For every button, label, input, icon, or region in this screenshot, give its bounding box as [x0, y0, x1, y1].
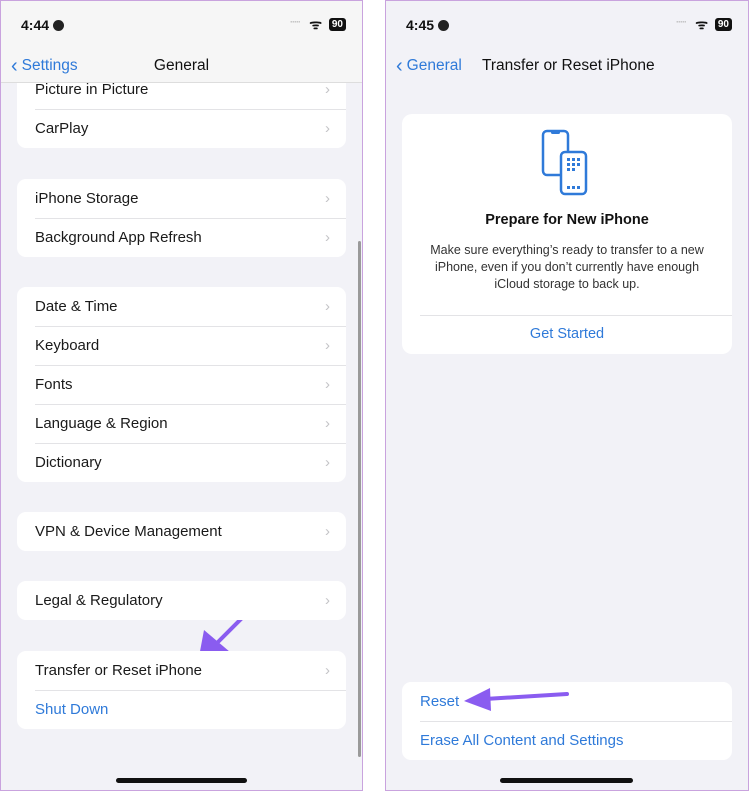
settings-row[interactable]: VPN & Device Management › [17, 512, 346, 551]
chevron-right-icon: › [325, 190, 330, 207]
row-label: Dictionary [35, 454, 102, 471]
location-icon [53, 20, 65, 31]
clock: 4:44 [21, 17, 65, 33]
settings-row[interactable]: Keyboard › [17, 326, 346, 365]
row-label: VPN & Device Management [35, 523, 222, 540]
signal-icon: ····· [676, 17, 687, 27]
row-label: Language & Region [35, 415, 168, 432]
row-label: Background App Refresh [35, 229, 202, 246]
status-bar: 4:45 ····· ᯤ 90 [386, 15, 748, 35]
battery-icon: 90 [328, 18, 346, 31]
location-icon [438, 20, 450, 31]
battery-icon: 90 [714, 18, 732, 31]
nav-bar: ‹ General Transfer or Reset iPhone [386, 53, 748, 83]
row-label: CarPlay [35, 120, 89, 137]
wifi-icon: ᯤ [695, 16, 708, 32]
back-button[interactable]: ‹ General [396, 55, 462, 78]
chevron-left-icon: ‹ [396, 55, 403, 77]
chevron-right-icon: › [325, 523, 330, 540]
reset-group: Reset Erase All Content and Settings [402, 682, 732, 760]
time-text: 4:45 [406, 17, 435, 33]
chevron-right-icon: › [325, 376, 330, 393]
wifi-icon: ᯤ [309, 16, 322, 32]
settings-group: Legal & Regulatory › [17, 581, 346, 620]
settings-row[interactable]: Background App Refresh › [17, 218, 346, 257]
status-bar: 4:44 ····· ᯤ 90 [1, 15, 362, 35]
signal-icon: ····· [290, 17, 301, 27]
row-label: Picture in Picture [35, 81, 149, 98]
settings-row[interactable]: iPhone Storage › [17, 179, 346, 218]
page-title: Transfer or Reset iPhone [482, 57, 655, 74]
settings-group: Transfer or Reset iPhone › Shut Down [17, 651, 346, 729]
card-description: Make sure everything’s ready to transfer… [430, 243, 704, 291]
back-label: General [406, 57, 462, 74]
chevron-right-icon: › [325, 229, 330, 246]
settings-group: iPhone Storage › Background App Refresh › [17, 179, 346, 257]
settings-row[interactable]: Date & Time › [17, 287, 346, 326]
reset-button[interactable]: Reset [402, 682, 732, 721]
scrollbar[interactable] [358, 241, 361, 757]
nav-bar: ‹ Settings General [1, 1, 362, 83]
settings-group: VPN & Device Management › [17, 512, 346, 551]
divider [420, 315, 732, 316]
row-label: Fonts [35, 376, 73, 393]
chevron-right-icon: › [325, 662, 330, 679]
chevron-right-icon: › [325, 415, 330, 432]
erase-all-button[interactable]: Erase All Content and Settings [402, 721, 732, 760]
get-started-button[interactable]: Get Started [402, 326, 732, 342]
settings-row[interactable]: Transfer or Reset iPhone › [17, 651, 346, 690]
chevron-right-icon: › [325, 298, 330, 315]
settings-group: Date & Time › Keyboard › Fonts › Language & Re… [17, 287, 346, 482]
row-label: iPhone Storage [35, 190, 139, 207]
settings-row[interactable]: Legal & Regulatory › [17, 581, 346, 620]
two-phones-icon [541, 129, 588, 196]
home-indicator [500, 778, 633, 783]
left-screen-general: ‹ Settings General 4:44 ····· ᯤ 90 Pictur… [0, 0, 363, 791]
settings-row[interactable]: Dictionary › [17, 443, 346, 482]
home-indicator [116, 778, 247, 783]
page-title: General [153, 57, 210, 74]
card-title: Prepare for New iPhone [485, 212, 649, 228]
row-label: Transfer or Reset iPhone [35, 662, 203, 679]
settings-row[interactable]: Fonts › [17, 365, 346, 404]
time-text: 4:44 [21, 17, 50, 33]
settings-row[interactable]: CarPlay › [17, 109, 346, 148]
row-label: Date & Time [35, 298, 118, 315]
chevron-right-icon: › [325, 454, 330, 471]
row-label: Legal & Regulatory [35, 592, 163, 609]
chevron-right-icon: › [325, 592, 330, 609]
chevron-right-icon: › [325, 337, 330, 354]
shut-down-button[interactable]: Shut Down [17, 690, 346, 729]
row-label: Keyboard [35, 337, 100, 354]
chevron-right-icon: › [325, 120, 330, 137]
right-screen-transfer-reset: 4:45 ····· ᯤ 90 ‹ General Transfer or Res… [385, 0, 749, 791]
clock: 4:45 [406, 17, 450, 33]
settings-row[interactable]: Language & Region › [17, 404, 346, 443]
prepare-card: Prepare for New iPhone Make sure everyth… [402, 114, 732, 354]
